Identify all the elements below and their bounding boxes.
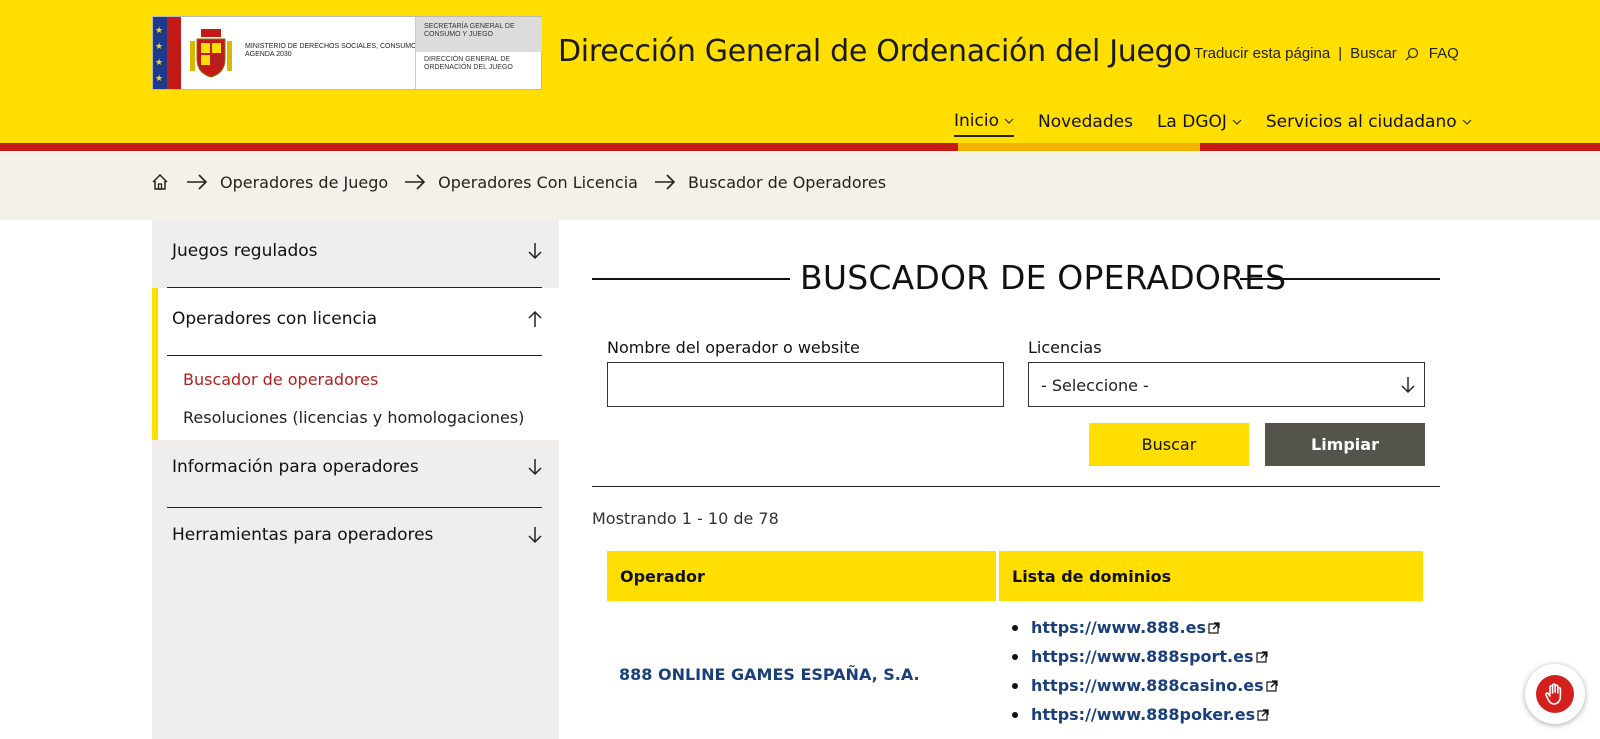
header-stripe xyxy=(0,143,1600,151)
divider xyxy=(592,486,1440,487)
external-link-icon xyxy=(1266,679,1278,692)
sidebar-item-herramientas-operadores[interactable]: Herramientas para operadores xyxy=(152,508,559,576)
nav-item-la-dgoj[interactable]: La DGOJ xyxy=(1157,107,1242,137)
breadcrumb-operadores-juego[interactable]: Operadores de Juego xyxy=(220,173,388,192)
sidebar-section-expanded: Operadores con licencia Buscador de oper… xyxy=(152,288,559,440)
domain-list: https://www.888.es https://www.888sport.… xyxy=(1012,613,1278,729)
main-nav: Inicio Novedades La DGOJ Servicios al ci… xyxy=(954,107,1496,137)
arrow-right-icon xyxy=(187,174,208,190)
license-select[interactable]: - Seleccione - xyxy=(1028,362,1425,407)
site-header: ★ ★ ★ ★ Ministerio de Derechos Sociales,… xyxy=(0,0,1600,147)
arrow-up-icon xyxy=(528,310,542,327)
page-title: BUSCADOR DE OPERADORES xyxy=(592,256,1440,302)
sidebar-item-label: Juegos regulados xyxy=(172,241,318,261)
search-button[interactable]: Buscar xyxy=(1089,423,1249,466)
domain-link[interactable]: https://www.888poker.es xyxy=(1031,705,1255,724)
external-link-icon xyxy=(1208,621,1220,634)
faq-link[interactable]: FAQ xyxy=(1429,45,1459,62)
sidebar-item-label: Información para operadores xyxy=(172,457,419,477)
sidebar-item-juegos-regulados[interactable]: Juegos regulados xyxy=(152,220,559,288)
utility-links: Traducir esta página | Buscar FAQ xyxy=(1194,45,1459,62)
directorate-name: Dirección General de Ordenación del Jueg… xyxy=(424,56,513,71)
search-icon xyxy=(1405,47,1418,60)
nav-item-label: La DGOJ xyxy=(1156,112,1227,132)
sidebar-item-operadores-licencia[interactable]: Operadores con licencia xyxy=(152,288,559,356)
operator-name-label: Nombre del operador o website xyxy=(607,338,860,357)
eu-spain-flag-icon: ★ ★ ★ ★ xyxy=(153,17,181,89)
table-header-operator: Operador xyxy=(607,551,996,601)
nav-item-label: Novedades xyxy=(1037,112,1133,132)
site-title[interactable]: Dirección General de Ordenación del Jueg… xyxy=(558,34,1192,69)
breadcrumb-current: Buscador de Operadores xyxy=(687,172,887,192)
domain-link[interactable]: https://www.888.es xyxy=(1031,618,1206,637)
translate-link[interactable]: Traducir esta página xyxy=(1194,45,1330,62)
chevron-down-icon xyxy=(1462,119,1472,125)
chevron-down-icon xyxy=(1232,119,1242,125)
clear-button[interactable]: Limpiar xyxy=(1265,423,1425,466)
domain-link[interactable]: https://www.888sport.es xyxy=(1031,647,1254,666)
link-separator: | xyxy=(1338,45,1343,62)
arrow-down-icon xyxy=(528,527,542,544)
domain-link[interactable]: https://www.888casino.es xyxy=(1031,676,1264,695)
secretariat-name: Secretaría General de Consumo y Juego xyxy=(416,17,542,52)
sidebar-subitem-buscador[interactable]: Buscador de operadores xyxy=(183,370,378,389)
list-item[interactable]: https://www.888poker.es xyxy=(1012,700,1278,729)
nav-item-novedades[interactable]: Novedades xyxy=(1038,107,1133,137)
operator-link[interactable]: 888 ONLINE GAMES ESPAÑA, S.A. xyxy=(619,665,920,684)
results-count: Mostrando 1 - 10 de 78 xyxy=(592,509,779,528)
chevron-down-icon xyxy=(1004,118,1014,124)
search-link[interactable]: Buscar xyxy=(1350,45,1429,62)
arrow-right-icon xyxy=(654,174,676,190)
accessibility-button[interactable] xyxy=(1525,664,1585,724)
search-link-label: Buscar xyxy=(1350,45,1397,62)
nav-item-label: Inicio xyxy=(954,111,999,131)
sidebar: Juegos regulados Operadores con licencia… xyxy=(152,220,559,739)
list-item[interactable]: https://www.888sport.es xyxy=(1012,642,1278,671)
external-link-icon xyxy=(1257,708,1269,721)
nav-item-servicios[interactable]: Servicios al ciudadano xyxy=(1266,107,1472,137)
list-item[interactable]: https://www.888casino.es xyxy=(1012,671,1278,700)
home-icon[interactable] xyxy=(150,172,170,192)
list-item[interactable]: https://www.888.es xyxy=(1012,613,1278,642)
breadcrumb-operadores-licencia[interactable]: Operadores Con Licencia xyxy=(438,173,638,192)
arrow-down-icon xyxy=(528,243,542,260)
license-label: Licencias xyxy=(1028,338,1102,357)
arrow-down-icon xyxy=(1401,377,1415,394)
table-header-domains: Lista de dominios xyxy=(999,551,1423,601)
nav-item-inicio[interactable]: Inicio xyxy=(954,107,1014,137)
operator-name-input[interactable] xyxy=(607,362,1004,407)
arrow-right-icon xyxy=(405,174,426,190)
license-select-value: - Seleccione - xyxy=(1041,376,1149,395)
external-link-icon xyxy=(1255,650,1268,663)
hand-icon xyxy=(1536,675,1574,713)
coat-of-arms-icon xyxy=(190,29,232,78)
ministry-name: Ministerio de Derechos Sociales, Consumo… xyxy=(245,43,423,58)
sidebar-item-label: Operadores con licencia xyxy=(172,309,378,329)
sidebar-item-informacion-operadores[interactable]: Información para operadores xyxy=(152,440,559,508)
sidebar-subitem-resoluciones[interactable]: Resoluciones (licencias y homologaciones… xyxy=(183,408,524,427)
divider xyxy=(167,355,542,356)
government-logo[interactable]: ★ ★ ★ ★ Ministerio de Derechos Sociales,… xyxy=(152,16,542,90)
breadcrumb: Operadores de Juego Operadores Con Licen… xyxy=(0,151,1600,220)
sidebar-item-label: Herramientas para operadores xyxy=(172,525,434,545)
nav-item-label: Servicios al ciudadano xyxy=(1265,112,1457,132)
arrow-down-icon xyxy=(528,459,542,476)
